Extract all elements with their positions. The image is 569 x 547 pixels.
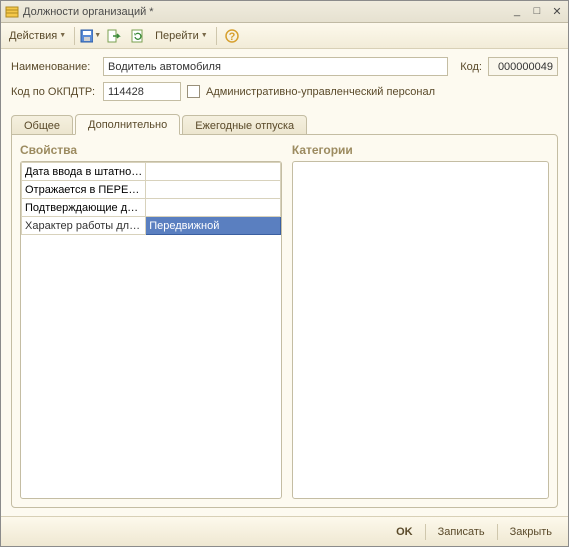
tab-vacations[interactable]: Ежегодные отпуска — [182, 115, 307, 135]
refresh-icon — [130, 28, 146, 44]
code-input[interactable] — [488, 57, 558, 76]
help-icon: ? — [224, 28, 240, 44]
table-row[interactable]: Отражается в ПЕРЕЧ… — [22, 181, 281, 199]
record-icon-button[interactable] — [103, 26, 125, 46]
categories-title: Категории — [292, 143, 549, 157]
tab-general[interactable]: Общее — [11, 115, 73, 135]
tabs-row: Общее Дополнительно Ежегодные отпуска — [1, 113, 568, 134]
tab-additional[interactable]: Дополнительно — [75, 114, 180, 135]
prop-value[interactable] — [146, 163, 281, 181]
chevron-down-icon: ▼ — [94, 32, 101, 39]
code-label: Код: — [460, 61, 482, 73]
okpdtr-label: Код по ОКПДТР: — [11, 86, 97, 98]
diskette-icon — [79, 28, 93, 44]
properties-title: Свойства — [20, 143, 282, 157]
close-button[interactable]: Закрыть — [502, 523, 560, 541]
prop-name: Отражается в ПЕРЕЧ… — [22, 181, 146, 199]
admin-checkbox[interactable] — [187, 85, 200, 98]
refresh-icon-button[interactable] — [127, 26, 149, 46]
categories-grid[interactable] — [292, 161, 549, 499]
okpdtr-row: Код по ОКПДТР: Административно-управленч… — [11, 82, 558, 101]
table-row[interactable]: Подтверждающие док… — [22, 199, 281, 217]
chevron-down-icon: ▼ — [201, 32, 208, 39]
name-input[interactable] — [103, 57, 448, 76]
chevron-down-icon: ▼ — [59, 32, 66, 39]
name-label: Наименование: — [11, 61, 97, 73]
save-button[interactable]: Записать — [430, 523, 493, 541]
prop-value[interactable] — [146, 181, 281, 199]
svg-text:?: ? — [228, 31, 235, 43]
goto-menu[interactable]: Перейти ▼ — [151, 28, 212, 44]
form-area: Наименование: Код: Код по ОКПДТР: Админи… — [1, 49, 568, 111]
minimize-button[interactable]: _ — [510, 5, 524, 18]
prop-name: Подтверждающие док… — [22, 199, 146, 217]
prop-name: Дата ввода в штатное… — [22, 163, 146, 181]
properties-table: Дата ввода в штатное… Отражается в ПЕРЕЧ… — [21, 162, 281, 235]
button-separator — [425, 524, 426, 540]
table-row[interactable]: Дата ввода в штатное… — [22, 163, 281, 181]
button-bar: OK Записать Закрыть — [1, 516, 568, 546]
prop-value[interactable] — [146, 199, 281, 217]
tab-content: Свойства Дата ввода в штатное… Отражаетс… — [11, 134, 558, 508]
titlebar: Должности организаций * _ □ ✕ — [1, 1, 568, 23]
record-arrow-icon — [106, 28, 122, 44]
actions-menu[interactable]: Действия ▼ — [5, 28, 70, 44]
prop-name: Характер работы для … — [22, 217, 146, 235]
window-controls: _ □ ✕ — [510, 5, 564, 18]
save-icon-button[interactable]: ▼ — [79, 26, 101, 46]
help-button[interactable]: ? — [221, 26, 243, 46]
goto-menu-label: Перейти — [155, 30, 199, 42]
name-row: Наименование: Код: — [11, 57, 558, 76]
table-row[interactable]: Характер работы для … Передвижной — [22, 217, 281, 235]
okpdtr-input[interactable] — [103, 82, 181, 101]
categories-panel: Категории — [292, 143, 549, 499]
app-icon — [5, 5, 19, 19]
properties-panel: Свойства Дата ввода в штатное… Отражаетс… — [20, 143, 282, 499]
close-window-button[interactable]: ✕ — [550, 5, 564, 18]
properties-grid[interactable]: Дата ввода в штатное… Отражается в ПЕРЕЧ… — [20, 161, 282, 499]
toolbar: Действия ▼ ▼ Перейти ▼ ? — [1, 23, 568, 49]
actions-menu-label: Действия — [9, 30, 57, 42]
admin-checkbox-label: Административно-управленческий персонал — [206, 86, 435, 98]
ok-button[interactable]: OK — [388, 523, 421, 541]
window-title: Должности организаций * — [23, 6, 510, 18]
prop-value[interactable]: Передвижной — [146, 217, 281, 235]
window: Должности организаций * _ □ ✕ Действия ▼… — [0, 0, 569, 547]
toolbar-separator — [74, 27, 75, 45]
button-separator — [497, 524, 498, 540]
maximize-button[interactable]: □ — [530, 5, 544, 18]
toolbar-separator — [216, 27, 217, 45]
